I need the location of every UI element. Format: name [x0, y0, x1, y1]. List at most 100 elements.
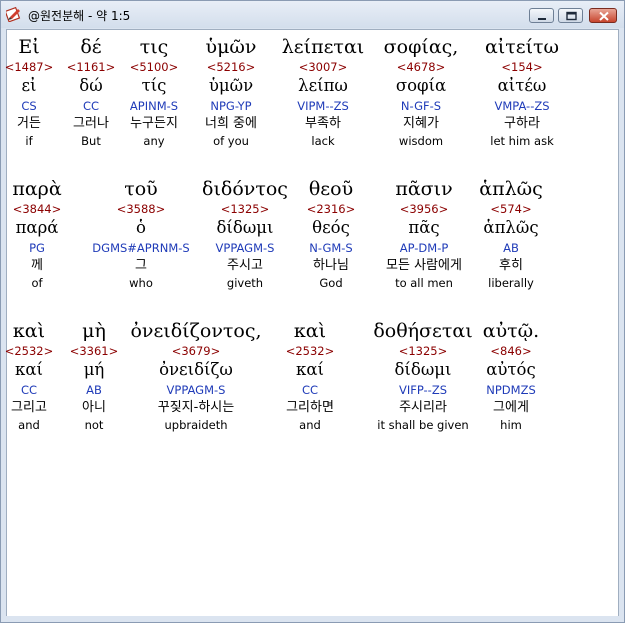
korean-gloss: 지혜가 — [403, 116, 439, 131]
strong-number: <5100> — [129, 60, 179, 74]
korean-gloss: 그 — [135, 258, 147, 273]
parsing-code: VIPM--ZS — [297, 99, 349, 113]
greek-word: καὶ — [12, 320, 46, 342]
lemma: δίδωμι — [216, 218, 274, 237]
korean-gloss: 하나님 — [313, 258, 349, 273]
korean-gloss: 모든 사람에게 — [386, 258, 462, 273]
greek-word: ὑμῶν — [205, 36, 257, 58]
parsing-code: AB — [86, 383, 102, 397]
word-cell[interactable]: ὀνειδίζοντος, <3679> ὀνειδίζω VPPAGM-S 꾸짖지-하… — [126, 318, 266, 433]
strong-number: <1161> — [66, 60, 116, 74]
english-gloss: of you — [213, 134, 249, 148]
word-cell[interactable]: Εἰ <1487> εἰ CS 거든 if — [2, 34, 56, 149]
strong-number: <3588> — [116, 202, 166, 216]
lemma: λείπω — [298, 76, 348, 95]
parsing-code: CC — [301, 383, 319, 397]
word-cell[interactable]: τοῦ <3588> ὁ DGMS#APRNM-S 그 who — [86, 176, 196, 291]
close-icon — [599, 11, 609, 21]
lemma: ὀνειδίζω — [159, 360, 233, 379]
word-cell[interactable]: ὑμῶν <5216> ὑμῶν NPG-YP 너희 중에 of you — [193, 34, 269, 149]
word-cell[interactable]: πᾶσιν <3956> πᾶς AP-DM-P 모든 사람에게 to all men — [376, 176, 472, 291]
parsing-code: PG — [29, 241, 45, 255]
parsing-code: APINM-S — [129, 99, 179, 113]
english-gloss: God — [319, 276, 343, 290]
lemma: καί — [15, 360, 43, 379]
english-gloss: it shall be given — [377, 418, 469, 432]
word-cell[interactable]: παρὰ <3844> παρά PG 께 of — [8, 176, 66, 291]
word-cell[interactable]: θεοῦ <2316> θεός N-GM-S 하나님 God — [296, 176, 366, 291]
maximize-button[interactable] — [558, 8, 583, 23]
strong-number: <1487> — [4, 60, 54, 74]
word-cell[interactable]: καὶ <2532> καί CC 그리하면 and — [276, 318, 344, 433]
strong-number: <3361> — [69, 344, 119, 358]
lemma: καί — [296, 360, 324, 379]
interlinear-view[interactable]: Εἰ <1487> εἰ CS 거든 if δέ <1161> δώ CC 그러나 But τις <51… — [5, 29, 619, 617]
lemma: αἰτέω — [497, 76, 547, 95]
app-icon[interactable] — [4, 6, 22, 23]
word-cell[interactable]: δοθήσεται <1325> δίδωμι VIFP--ZS 주시리라 it shal… — [363, 318, 483, 433]
word-cell[interactable]: δέ <1161> δώ CC 그러나 But — [61, 34, 121, 149]
app-window: @원전분해 - 약 1:5 Εἰ <1487> εἰ CS 거든 if δέ <1161> δώ… — [0, 0, 625, 623]
strong-number: <3679> — [171, 344, 221, 358]
word-cell[interactable]: σοφίας, <4678> σοφία N-GF-S 지혜가 wisdom — [379, 34, 463, 149]
strong-number: <1325> — [220, 202, 270, 216]
minimize-icon — [538, 18, 546, 20]
strong-number: <2532> — [4, 344, 54, 358]
word-cell[interactable]: ἁπλῶς <574> ἁπλῶς AB 후히 liberally — [471, 176, 551, 291]
english-gloss: let him ask — [490, 134, 554, 148]
lemma: δώ — [79, 76, 103, 95]
lemma: αὐτός — [486, 360, 536, 379]
english-gloss: if — [25, 134, 33, 148]
korean-gloss: 그리하면 — [286, 400, 334, 415]
greek-word: δέ — [80, 36, 102, 58]
strong-number: <846> — [490, 344, 532, 358]
word-cell[interactable]: διδόντος <1325> δίδωμι VPPAGM-S 주시고 giveth — [200, 176, 290, 291]
greek-word: αὐτῷ. — [482, 320, 540, 342]
word-cell[interactable]: καὶ <2532> καί CC 그리고 and — [2, 318, 56, 433]
greek-word: αἰτείτω — [484, 36, 560, 58]
title-bar[interactable]: @원전분해 - 약 1:5 — [1, 1, 624, 28]
parsing-code: CS — [21, 99, 37, 113]
word-cell[interactable]: μὴ <3361> μή AB 아니 not — [69, 318, 119, 433]
korean-gloss: 께 — [31, 258, 43, 273]
word-cell[interactable]: λείπεται <3007> λείπω VIPM--ZS 부족하 lack — [281, 34, 365, 149]
english-gloss: and — [18, 418, 40, 432]
korean-gloss: 아니 — [82, 400, 106, 415]
parsing-code: DGMS#APRNM-S — [92, 241, 190, 255]
close-button[interactable] — [589, 8, 617, 23]
strong-number: <3956> — [399, 202, 449, 216]
korean-gloss: 꾸짖지-하시는 — [157, 400, 235, 415]
parsing-code: VPPAGM-S — [215, 241, 275, 255]
greek-word: Εἰ — [18, 36, 40, 58]
parsing-code: NPG-YP — [210, 99, 252, 113]
english-gloss: any — [143, 134, 165, 148]
parsing-code: N-GF-S — [400, 99, 442, 113]
greek-word: τοῦ — [124, 178, 158, 200]
lemma: ἁπλῶς — [483, 218, 539, 237]
word-cell[interactable]: αἰτείτω <154> αἰτέω VMPA--ZS 구하라 let him ask — [477, 34, 567, 149]
korean-gloss: 주시고 — [227, 258, 263, 273]
korean-gloss: 너희 중에 — [205, 116, 257, 131]
korean-gloss: 그리고 — [11, 400, 47, 415]
korean-gloss: 후히 — [499, 258, 523, 273]
minimize-button[interactable] — [529, 8, 554, 23]
strong-number: <574> — [490, 202, 532, 216]
english-gloss: lack — [311, 134, 335, 148]
word-cell[interactable]: τις <5100> τίς APINM-S 누구든지 any — [116, 34, 192, 149]
greek-word: πᾶσιν — [395, 178, 453, 200]
strong-number: <3007> — [298, 60, 348, 74]
english-gloss: not — [84, 418, 104, 432]
korean-gloss: 구하라 — [504, 116, 540, 131]
word-cell[interactable]: αὐτῷ. <846> αὐτός NPDMZS 그에게 him — [471, 318, 551, 433]
parsing-code: VPPAGM-S — [166, 383, 226, 397]
lemma: μή — [83, 360, 105, 379]
english-gloss: of — [31, 276, 43, 290]
english-gloss: who — [129, 276, 153, 290]
lemma: πᾶς — [408, 218, 440, 237]
korean-gloss: 주시리라 — [399, 400, 447, 415]
korean-gloss: 거든 — [17, 116, 41, 131]
greek-word: διδόντος — [202, 178, 288, 200]
korean-gloss: 부족하 — [305, 116, 341, 131]
korean-gloss: 그에게 — [493, 400, 529, 415]
greek-word: ὀνειδίζοντος, — [130, 320, 262, 342]
